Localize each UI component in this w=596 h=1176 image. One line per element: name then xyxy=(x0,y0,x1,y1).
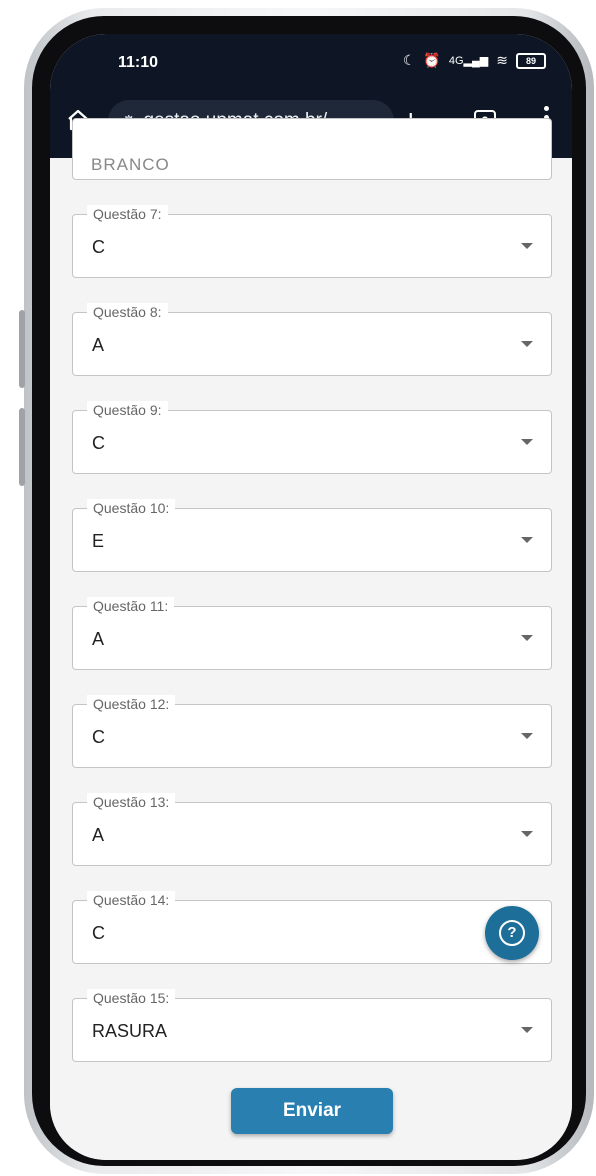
select-value: E xyxy=(92,531,105,551)
question-select[interactable]: Questão 14: C xyxy=(72,891,552,964)
chevron-down-icon[interactable] xyxy=(521,635,533,641)
chevron-down-icon[interactable] xyxy=(521,439,533,445)
question-select[interactable]: Questão 10: E xyxy=(72,499,552,572)
phone-screen: 11:10 ☾ ⏰ 4G▂▄▆ ≋ 89 ⚙ gestao.upmat.com.… xyxy=(50,34,572,1160)
select-value: BRANCO xyxy=(91,155,170,174)
field-label: Questão 9: xyxy=(87,401,168,419)
select-value: A xyxy=(92,825,105,845)
field-label: Questão 14: xyxy=(87,891,176,909)
field-label: Questão 12: xyxy=(87,695,176,713)
select-value: RASURA xyxy=(92,1021,168,1041)
chevron-down-icon[interactable] xyxy=(521,243,533,249)
wifi-icon: ≋ xyxy=(496,52,508,68)
chevron-down-icon[interactable] xyxy=(521,831,533,837)
question-select[interactable]: Questão 11: A xyxy=(72,597,552,670)
alarm-icon: ⏰ xyxy=(423,52,441,68)
question-select[interactable]: Questão 15: RASURA xyxy=(72,989,552,1062)
field-label: Questão 7: xyxy=(87,205,168,223)
help-icon: ? xyxy=(499,920,525,946)
field-label: Questão 13: xyxy=(87,793,176,811)
select-value: A xyxy=(92,335,105,355)
select-value: C xyxy=(92,923,105,943)
chevron-down-icon[interactable] xyxy=(521,341,533,347)
field-label: Questão 8: xyxy=(87,303,168,321)
select-value: C xyxy=(92,727,105,747)
select-value: A xyxy=(92,629,105,649)
form-container: BRANCO Questão 7: C Questão 8: A Questão… xyxy=(50,118,572,1160)
field-label: Questão 11: xyxy=(87,597,175,615)
select-value: C xyxy=(92,237,105,257)
field-label: Questão 10: xyxy=(87,499,176,517)
volume-up-button xyxy=(19,310,25,388)
signal-icon: 4G▂▄▆ xyxy=(448,55,489,67)
battery-icon: 89 xyxy=(516,52,546,69)
field-label: Questão 15: xyxy=(87,989,176,1007)
question-select[interactable]: Questão 9: C xyxy=(72,401,552,474)
status-time: 11:10 xyxy=(118,54,159,71)
chevron-down-icon[interactable] xyxy=(521,1027,533,1033)
question-select[interactable]: Questão 13: A xyxy=(72,793,552,866)
question-select[interactable]: Questão 7: C xyxy=(72,205,552,278)
question-select[interactable]: Questão 12: C xyxy=(72,695,552,768)
moon-icon: ☾ xyxy=(402,52,416,68)
chevron-down-icon[interactable] xyxy=(521,733,533,739)
status-icons: ☾ ⏰ 4G▂▄▆ ≋ 89 xyxy=(403,52,546,69)
volume-down-button xyxy=(19,408,25,486)
help-button[interactable]: ? xyxy=(485,906,539,960)
question-select[interactable]: Questão 8: A xyxy=(72,303,552,376)
select-value: C xyxy=(92,433,105,453)
question-select-partial[interactable]: BRANCO xyxy=(72,118,552,180)
chevron-down-icon[interactable] xyxy=(521,537,533,543)
submit-button[interactable]: Enviar xyxy=(231,1088,393,1134)
